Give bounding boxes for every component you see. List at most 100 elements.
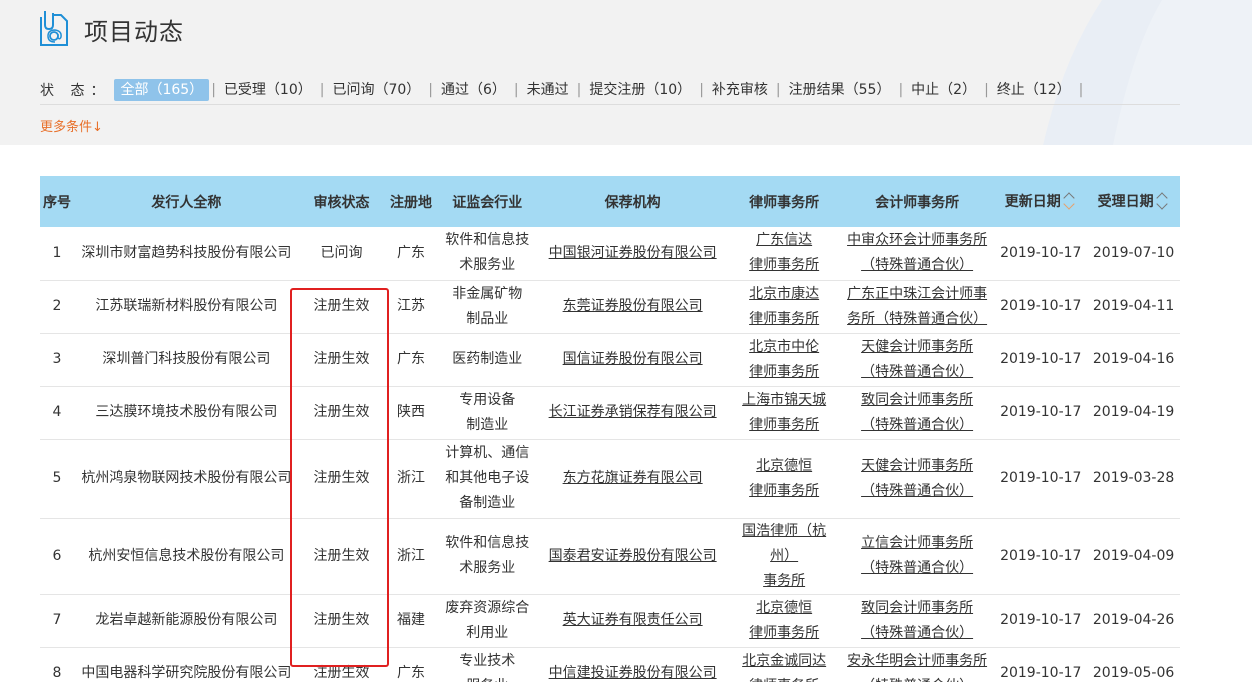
row-status: 注册生效 (298, 518, 385, 595)
row-accept-date: 2019-05-06 (1087, 647, 1180, 682)
filter-inquired[interactable]: 已问询（70） (326, 79, 426, 101)
row-law-firm[interactable]: 国浩律师（杭州） 事务所 (728, 518, 840, 595)
row-law-firm[interactable]: 北京市中伦 律师事务所 (728, 333, 840, 387)
row-sponsor[interactable]: 东莞证券股份有限公司 (536, 280, 729, 334)
sort-icon[interactable] (1063, 188, 1077, 216)
header-update-date[interactable]: 更新日期 (994, 176, 1088, 227)
filter-all[interactable]: 全部（165） (114, 79, 210, 101)
row-region: 广东 (384, 333, 438, 387)
row-accounting-firm[interactable]: 广东正中珠江会计师事 务所（特殊普通合伙） (839, 280, 995, 334)
row-accounting-firm-link[interactable]: 致同会计师事务所 （特殊普通合伙） (861, 392, 973, 433)
row-region: 广东 (384, 647, 438, 682)
row-industry: 软件和信息技 术服务业 (437, 227, 537, 281)
more-conditions-link[interactable]: 更多条件↓ (40, 116, 103, 135)
row-law-firm[interactable]: 北京市康达 律师事务所 (728, 280, 840, 334)
row-law-firm-link[interactable]: 北京金诚同达律师事务所 (742, 653, 826, 682)
row-issuer: 龙岩卓越新能源股份有限公司 (74, 594, 299, 648)
row-industry: 专用设备 制造业 (437, 386, 537, 440)
row-update-date: 2019-10-17 (994, 439, 1088, 519)
row-industry: 医药制造业 (437, 333, 537, 387)
separator: | (576, 82, 582, 98)
separator: | (513, 82, 519, 98)
separator: | (984, 82, 989, 98)
row-sponsor[interactable]: 长江证券承销保荐有限公司 (536, 386, 729, 440)
header-accept-date[interactable]: 受理日期 (1087, 176, 1180, 227)
row-no: 1 (40, 227, 74, 281)
row-sponsor[interactable]: 东方花旗证券有限公司 (536, 439, 729, 519)
filter-registration-result[interactable]: 注册结果（55） (783, 79, 897, 101)
filter-accepted[interactable]: 已受理（10） (218, 79, 318, 101)
row-law-firm[interactable]: 北京德恒 律师事务所 (728, 439, 840, 519)
row-sponsor[interactable]: 中信建投证券股份有限公司 (536, 647, 729, 682)
row-accept-date: 2019-04-19 (1087, 386, 1180, 440)
table-row: 7 龙岩卓越新能源股份有限公司 注册生效 福建 废弃资源综合 利用业 英大证券有限责任公司 北… (40, 594, 1180, 648)
divider (40, 104, 1180, 105)
row-region: 浙江 (384, 439, 438, 519)
row-law-firm-link[interactable]: 北京市康达 律师事务所 (749, 286, 819, 327)
row-accounting-firm-link[interactable]: 中审众环会计师事务所 （特殊普通合伙） (847, 232, 987, 273)
header-industry: 证监会行业 (437, 176, 537, 227)
row-accounting-firm[interactable]: 天健会计师事务所 （特殊普通合伙） (839, 439, 995, 519)
row-law-firm-link[interactable]: 北京德恒 律师事务所 (749, 458, 819, 499)
row-accounting-firm-link[interactable]: 天健会计师事务所 （特殊普通合伙） (861, 339, 973, 380)
row-sponsor-link[interactable]: 英大证券有限责任公司 (563, 612, 703, 628)
filter-terminated[interactable]: 终止（12） (991, 79, 1077, 101)
row-status: 注册生效 (298, 594, 385, 648)
row-law-firm[interactable]: 广东信达 律师事务所 (728, 227, 840, 281)
filter-passed[interactable]: 通过（6） (435, 79, 512, 101)
row-law-firm-link[interactable]: 北京德恒 律师事务所 (749, 600, 819, 641)
row-law-firm-link[interactable]: 广东信达 律师事务所 (749, 232, 819, 273)
row-accept-date: 2019-04-16 (1087, 333, 1180, 387)
table-row: 3 深圳普门科技股份有限公司 注册生效 广东 医药制造业 国信证券股份有限公司 北京市中伦律… (40, 333, 1180, 387)
table-row: 2 江苏联瑞新材料股份有限公司 注册生效 江苏 非金属矿物 制品业 东莞证券股份有限公司 北京… (40, 280, 1180, 334)
row-law-firm[interactable]: 上海市锦天城 律师事务所 (728, 386, 840, 440)
row-sponsor[interactable]: 国信证券股份有限公司 (536, 333, 729, 387)
row-sponsor[interactable]: 国泰君安证券股份有限公司 (536, 518, 729, 595)
row-accounting-firm[interactable]: 立信会计师事务所 （特殊普通合伙） (839, 518, 995, 595)
row-issuer: 杭州鸿泉物联网技术股份有限公司 (74, 439, 299, 519)
separator: | (319, 82, 325, 98)
row-accounting-firm-link[interactable]: 致同会计师事务所 （特殊普通合伙） (861, 600, 973, 641)
row-accounting-firm-link[interactable]: 天健会计师事务所 （特殊普通合伙） (861, 458, 973, 499)
row-accounting-firm[interactable]: 天健会计师事务所 （特殊普通合伙） (839, 333, 995, 387)
row-accept-date: 2019-07-10 (1087, 227, 1180, 281)
row-update-date: 2019-10-17 (994, 386, 1088, 440)
row-sponsor-link[interactable]: 国信证券股份有限公司 (563, 351, 703, 367)
row-law-firm[interactable]: 北京德恒 律师事务所 (728, 594, 840, 648)
row-issuer: 江苏联瑞新材料股份有限公司 (74, 280, 299, 334)
row-sponsor[interactable]: 中国银河证券股份有限公司 (536, 227, 729, 281)
row-accounting-firm[interactable]: 中审众环会计师事务所 （特殊普通合伙） (839, 227, 995, 281)
row-sponsor-link[interactable]: 长江证券承销保荐有限公司 (549, 404, 717, 420)
filter-submitted-registration[interactable]: 提交注册（10） (583, 79, 697, 101)
document-at-icon (40, 11, 68, 46)
row-accounting-firm[interactable]: 致同会计师事务所 （特殊普通合伙） (839, 386, 995, 440)
background-decoration (1043, 0, 1252, 145)
row-sponsor-link[interactable]: 东莞证券股份有限公司 (563, 298, 703, 314)
row-law-firm-link[interactable]: 上海市锦天城 律师事务所 (742, 392, 826, 433)
header-no: 序号 (40, 176, 74, 227)
row-law-firm-link[interactable]: 北京市中伦 律师事务所 (749, 339, 819, 380)
filter-supplementary-review[interactable]: 补充审核 (706, 79, 774, 101)
row-accounting-firm[interactable]: 致同会计师事务所 （特殊普通合伙） (839, 594, 995, 648)
row-law-firm-link[interactable]: 国浩律师（杭州） 事务所 (742, 523, 826, 589)
row-accounting-firm-link[interactable]: 安永华明会计师事务所（特殊普通合伙） (847, 653, 987, 682)
row-accounting-firm[interactable]: 安永华明会计师事务所（特殊普通合伙） (839, 647, 995, 682)
row-no: 3 (40, 333, 74, 387)
filter-not-passed[interactable]: 未通过 (521, 79, 575, 101)
row-law-firm[interactable]: 北京金诚同达律师事务所 (728, 647, 840, 682)
row-sponsor-link[interactable]: 中国银河证券股份有限公司 (549, 245, 717, 261)
separator: | (699, 82, 704, 98)
row-sponsor-link[interactable]: 国泰君安证券股份有限公司 (549, 548, 717, 564)
status-filter: 状 态： 全部（165） | 已受理（10） | 已问询（70） | 通过（6）… (40, 78, 1085, 102)
table-row: 8中国电器科学研究院股份有限公司注册生效广东专业技术服务业中信建投证券股份有限公… (40, 647, 1180, 682)
header-status: 审核状态 (298, 176, 385, 227)
filter-suspended[interactable]: 中止（2） (905, 79, 982, 101)
row-sponsor-link[interactable]: 中信建投证券股份有限公司 (549, 665, 717, 681)
header-accept-date-label: 受理日期 (1097, 193, 1154, 210)
sort-icon[interactable] (1155, 188, 1170, 216)
row-accept-date: 2019-04-26 (1087, 594, 1180, 648)
row-sponsor[interactable]: 英大证券有限责任公司 (536, 594, 729, 648)
row-accounting-firm-link[interactable]: 广东正中珠江会计师事 务所（特殊普通合伙） (847, 286, 987, 327)
row-sponsor-link[interactable]: 东方花旗证券有限公司 (563, 470, 703, 486)
row-accounting-firm-link[interactable]: 立信会计师事务所 （特殊普通合伙） (861, 535, 973, 576)
